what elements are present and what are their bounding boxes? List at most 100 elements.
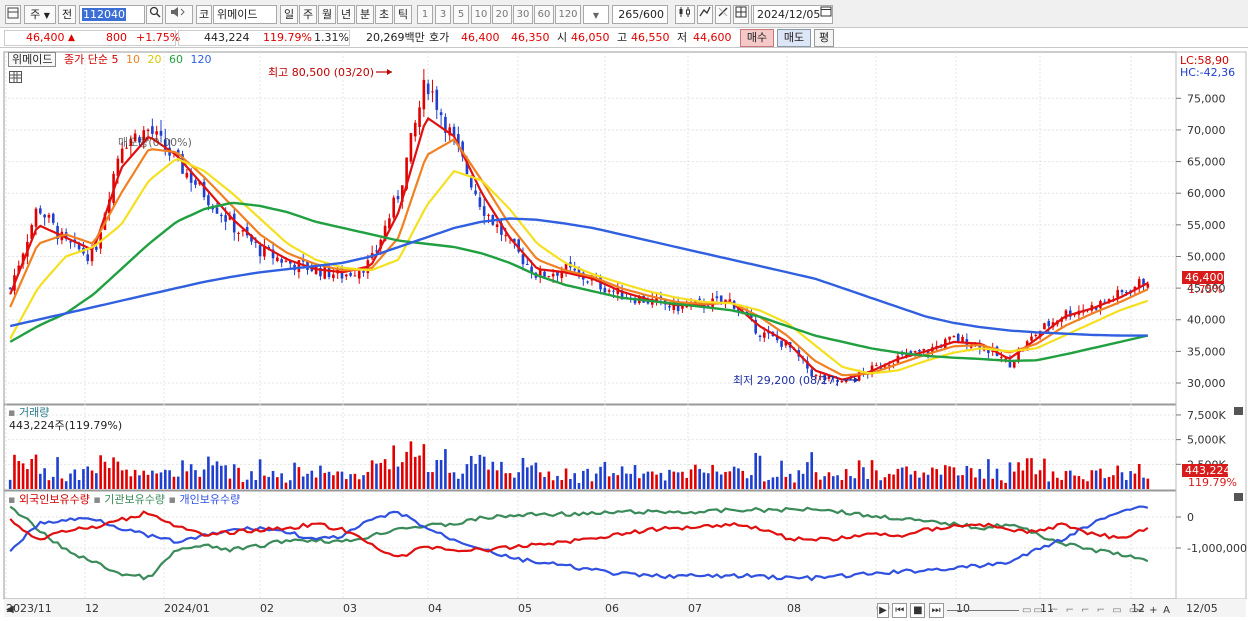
zoom-out-icon[interactable]: −: [1135, 604, 1145, 617]
market-select[interactable]: 주 ▼: [24, 5, 56, 24]
candle-body: [525, 263, 529, 265]
interval-120[interactable]: 120: [555, 5, 581, 24]
volume-bar: [401, 462, 404, 489]
volume-bar: [362, 475, 365, 489]
volume-bar: [659, 472, 663, 489]
volume-bar: [987, 459, 990, 489]
volume-bar: [978, 469, 982, 489]
volume-bar: [918, 477, 921, 489]
open-price: 46,050: [571, 31, 610, 44]
interval-3[interactable]: 3: [435, 5, 451, 24]
count-input[interactable]: 265/600: [612, 5, 668, 24]
tab-period-year[interactable]: 년: [337, 5, 355, 24]
calendar-icon[interactable]: [817, 5, 834, 24]
chart-type-icon[interactable]: [5, 5, 21, 24]
volume-bar: [306, 473, 309, 489]
bid-price: 46,350: [511, 31, 550, 44]
candle-body: [612, 290, 615, 292]
volume-bar: [82, 469, 85, 489]
stock-code-input[interactable]: 112040: [79, 5, 145, 24]
close-holdings-panel-icon[interactable]: [1234, 493, 1243, 501]
interval-20[interactable]: 20: [492, 5, 512, 24]
interval-5[interactable]: 5: [453, 5, 469, 24]
trend-tool-icon[interactable]: [697, 5, 713, 24]
candle-body: [840, 381, 844, 383]
tab-period-second[interactable]: 초: [375, 5, 393, 24]
volume-bar: [413, 456, 417, 489]
volume-bar: [969, 468, 973, 489]
volume-bar: [909, 474, 913, 489]
drawing-tool-icon[interactable]: [715, 5, 731, 24]
holdings-panel[interactable]: [3, 490, 1177, 600]
interval-30[interactable]: 30: [513, 5, 533, 24]
scroll-left-icon[interactable]: ◀: [6, 603, 14, 616]
scope-select[interactable]: 전: [58, 5, 76, 24]
tab-period-tick[interactable]: 틱: [394, 5, 412, 24]
volume-bar: [43, 468, 46, 489]
close-volume-panel-icon[interactable]: [1234, 407, 1243, 415]
volume-bar: [685, 477, 689, 489]
grid-toggle-icon[interactable]: [9, 71, 22, 83]
volume-bar: [931, 467, 934, 489]
volume-bar: [1120, 472, 1124, 489]
volume-bar: [388, 469, 391, 489]
volume-bar: [702, 472, 706, 489]
buy-button[interactable]: 매수: [740, 29, 774, 47]
price-tick-label: 60,000: [1187, 187, 1226, 200]
chart-area[interactable]: 최고 80,500 (03/20) 최저 29,200 (08/27) 매도량(…: [0, 50, 1248, 621]
last-page-icon[interactable]: ⏭: [928, 603, 944, 618]
volume-bar: [689, 469, 693, 489]
tab-period-minute[interactable]: 분: [356, 5, 374, 24]
font-size-icon[interactable]: A: [1162, 604, 1172, 617]
scroll-right-icon[interactable]: ▶: [877, 603, 889, 618]
volume-bar: [1124, 479, 1128, 489]
volume-bar: [1068, 470, 1072, 489]
x-axis-label: 12: [85, 602, 99, 615]
candle-tool-icon[interactable]: [675, 5, 695, 24]
tab-period-day[interactable]: 일: [280, 5, 298, 24]
tab-period-week[interactable]: 주: [299, 5, 317, 24]
stop-icon[interactable]: ■: [910, 603, 926, 618]
stock-tag[interactable]: 위메이드: [8, 52, 57, 67]
low-label: 저: [677, 31, 688, 44]
volume-bar: [207, 456, 210, 489]
zoom-slider[interactable]: [946, 602, 1019, 611]
chart-svg[interactable]: 최고 80,500 (03/20) 최저 29,200 (08/27) 매도량(…: [0, 50, 1248, 621]
interval-60[interactable]: 60: [534, 5, 554, 24]
sound-icon[interactable]: [165, 5, 193, 24]
volume-bar: [293, 462, 296, 489]
stock-name-field[interactable]: 위메이드: [213, 5, 277, 24]
volume-bar: [344, 479, 348, 489]
chevron-down-icon: ▼: [43, 11, 50, 20]
volume-bar: [784, 476, 788, 489]
tab-period-month[interactable]: 월: [318, 5, 336, 24]
first-page-icon[interactable]: ⏮: [892, 603, 908, 618]
grid-icon[interactable]: [733, 5, 749, 24]
volume-bar: [39, 473, 42, 489]
candle-body: [913, 351, 917, 353]
interval-10[interactable]: 10: [471, 5, 491, 24]
volume-bar: [1004, 482, 1007, 489]
stock-search-icon[interactable]: [146, 5, 163, 24]
volume-bar: [491, 461, 495, 489]
volume-bar: [590, 481, 594, 489]
view-tools[interactable]: ▭▭ ⌐ ⌐ ⌐ ⌐ ▭ ▭: [1022, 604, 1138, 617]
x-axis-label: 03: [343, 602, 357, 615]
volume-bar: [732, 466, 736, 489]
sell-button[interactable]: 매도: [777, 29, 811, 47]
volume-bar: [267, 476, 271, 489]
candle-body: [276, 257, 279, 262]
candle-body: [1030, 336, 1033, 341]
volume-bar: [1129, 471, 1132, 489]
candle-body: [418, 107, 421, 128]
zoom-in-icon[interactable]: +: [1148, 604, 1158, 617]
candle-body: [357, 271, 361, 279]
eval-button[interactable]: 평: [814, 29, 834, 47]
volume-bar: [465, 464, 469, 489]
volume-panel[interactable]: [3, 404, 1177, 491]
volume-bar: [332, 475, 335, 489]
interval-dropdown[interactable]: ▼: [583, 5, 609, 24]
volume-bar: [478, 454, 482, 489]
interval-1[interactable]: 1: [417, 5, 433, 24]
volume-bar: [254, 479, 258, 489]
